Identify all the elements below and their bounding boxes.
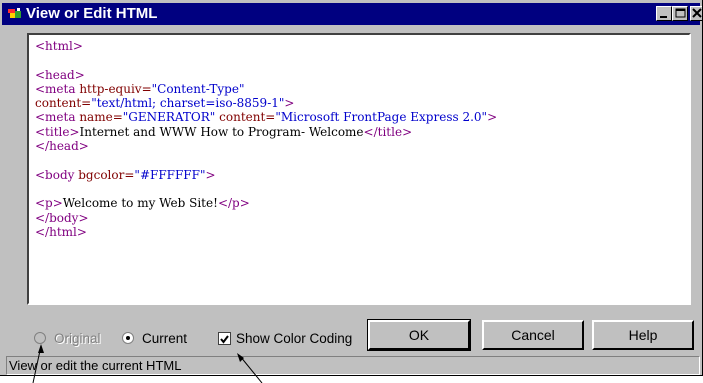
code-token-tag: > [487,110,498,125]
help-button[interactable]: Help [592,320,694,350]
close-icon [692,8,702,18]
checkmark-icon [220,335,229,344]
status-text: View or edit the current HTML [9,358,182,373]
code-token-attr: bgcolor= [78,167,135,182]
code-token-txt: Internet and WWW How to Program- Welcome [79,124,364,139]
dialog-title: View or Edit HTML [26,5,158,22]
frontpage-app-icon [8,7,24,21]
code-token-val: "text/html; charset=iso-8859-1" [91,96,285,111]
code-line: content="text/html; charset=iso-8859-1"> [35,96,497,110]
radio-selected-dot [126,336,130,340]
original-radio-circle [34,332,46,344]
code-token-tag: <meta [35,81,80,96]
code-token-tag: </html> [35,224,87,239]
current-radio-circle [122,332,134,344]
code-token-val: "Microsoft FrontPage Express 2.0" [275,110,488,125]
checkbox-box [218,332,231,345]
code-token-tag: <head> [35,67,85,82]
code-token-tag: </body> [35,210,89,225]
code-token-val: "GENERATOR" [122,110,216,125]
minimize-button[interactable] [656,6,672,21]
code-token-tag: </title> [363,124,413,139]
code-token-attr: name= [79,110,123,125]
close-button[interactable] [690,6,702,21]
code-line: </html> [35,225,497,239]
html-source-editor[interactable]: <html> <head> <meta http-equiv="Content-T… [27,33,691,305]
code-line: <body bgcolor="#FFFFFF"> [35,168,497,182]
code-token-tag: <body [35,167,79,182]
ok-button[interactable]: OK [367,319,471,351]
code-line: </body> [35,211,497,225]
code-token-tag: </p> [217,196,250,211]
code-token-attr: content= [35,96,92,111]
code-token-attr: content= [215,110,276,125]
html-source-text[interactable]: <html> <head> <meta http-equiv="Content-T… [35,39,497,239]
code-token-tag: > [284,96,295,111]
code-line: <meta http-equiv="Content-Type" [35,82,497,96]
title-bar[interactable]: View or Edit HTML [2,3,702,25]
code-token-val: "Content-Type" [151,81,245,96]
code-line: <head> [35,68,497,82]
show-color-coding-label: Show Color Coding [236,331,353,346]
code-token-tag: </head> [35,139,89,154]
minimize-icon [660,16,667,18]
original-radio-label: Original [54,331,101,346]
status-bar: View or edit the current HTML [6,356,700,375]
code-token-attr: http-equiv= [79,81,152,96]
code-line: <p>Welcome to my Web Site!</p> [35,196,497,210]
code-line: <meta name="GENERATOR" content="Microsof… [35,110,497,124]
maximize-button[interactable] [672,6,688,21]
code-token-tag: <title> [35,124,80,139]
view-edit-html-dialog: View or Edit HTML <html> <head> <meta htt… [0,0,703,376]
code-token-val: "#FFFFFF" [134,167,206,182]
maximize-icon [675,8,686,18]
code-token-tag: <meta [35,110,80,125]
code-line: </head> [35,139,497,153]
code-token-tag: <html> [35,39,83,53]
code-token-txt: Welcome to my Web Site! [62,196,218,211]
code-line: <html> [35,39,497,53]
code-token-tag: <p> [35,196,63,211]
current-radio-label: Current [142,331,188,346]
cancel-button[interactable]: Cancel [482,320,584,350]
code-token-tag: > [205,167,216,182]
code-line: <title>Internet and WWW How to Program- … [35,125,497,139]
